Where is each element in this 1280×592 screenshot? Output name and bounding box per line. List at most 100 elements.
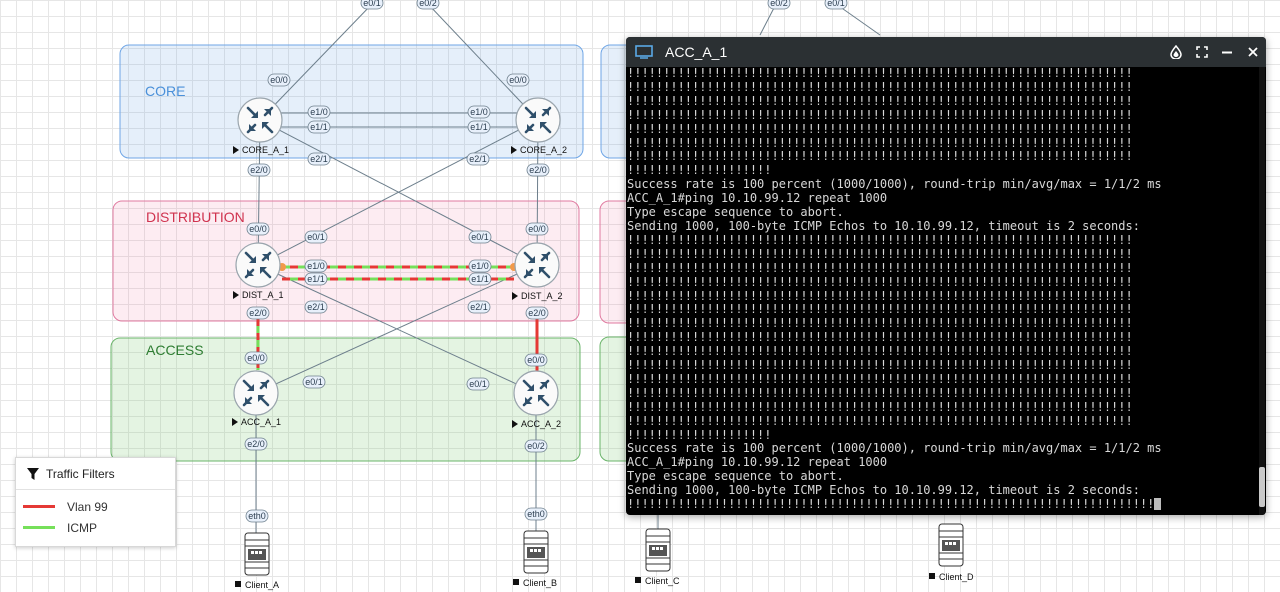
- port-label: eth0: [527, 509, 545, 519]
- access-zone-label: ACCESS: [146, 342, 204, 358]
- terminal-line: !!!!!!!!!!!!!!!!!!!!!!!!!!!!!!!!!!!!!!!!…: [627, 413, 1133, 428]
- terminal-line: !!!!!!!!!!!!!!!!!!!!!!!!!!!!!!!!!!!!!!!!…: [627, 399, 1133, 414]
- terminal-line: Success rate is 100 percent (1000/1000),…: [627, 177, 1162, 192]
- terminal-scrollbar[interactable]: [1259, 67, 1265, 515]
- port-label: e1/1: [307, 274, 325, 284]
- terminal-line: !!!!!!!!!!!!!!!!!!!!!!!!!!!!!!!!!!!!!!!!…: [627, 135, 1133, 150]
- monitor-icon: [635, 45, 653, 59]
- port-label: e1/1: [470, 122, 488, 132]
- terminal-line: !!!!!!!!!!!!!!!!!!!!!!!!!!!!!!!!!!!!!!!!…: [627, 274, 1133, 289]
- terminal-line: ACC_A_1#ping 10.10.99.12 repeat 1000: [627, 191, 888, 206]
- port-label: e0/1: [469, 379, 487, 389]
- port-label: e0/1: [305, 377, 323, 387]
- terminal-line: !!!!!!!!!!!!!!!!!!!!!!!!!!!!!!!!!!!!!!!!…: [627, 246, 1133, 261]
- router-dist-a-2[interactable]: [513, 241, 561, 289]
- terminal-line: Type escape sequence to abort.: [627, 469, 844, 484]
- router-dist-a-1[interactable]: [234, 241, 282, 289]
- router-acc-a-1[interactable]: [232, 369, 280, 417]
- docker-client-b[interactable]: [523, 530, 549, 574]
- terminal-line: !!!!!!!!!!!!!!!!!!!!!!!!!!!!!!!!!!!!!!!!…: [627, 344, 1133, 359]
- distribution-zone-label: DISTRIBUTION: [146, 209, 245, 225]
- node-label-dist-a-2: DIST_A_2: [521, 291, 563, 301]
- terminal-line: !!!!!!!!!!!!!!!!!!!!!!!!!!!!!!!!!!!!!!!!…: [627, 330, 1133, 345]
- terminal-line: !!!!!!!!!!!!!!!!!!!!!!!!!!!!!!!!!!!!!!!!…: [627, 93, 1133, 108]
- terminal-line: !!!!!!!!!!!!!!!!!!!!!!!!!!!!!!!!!!!!!!!!…: [627, 302, 1133, 317]
- port-label: e2/0: [528, 308, 546, 318]
- port-label: e2/1: [470, 302, 488, 312]
- terminal-window[interactable]: ACC_A_1 !!!!!!!!!!!!!!!!!!!!!!!!!!!!!!!!…: [626, 37, 1266, 515]
- terminal-line: !!!!!!!!!!!!!!!!!!!!: [627, 427, 772, 442]
- node-label-client-d: Client_D: [939, 572, 974, 582]
- terminal-line: !!!!!!!!!!!!!!!!!!!!!!!!!!!!!!!!!!!!!!!!…: [627, 288, 1133, 303]
- close-icon[interactable]: [1244, 43, 1262, 61]
- node-label-client-b: Client_B: [523, 578, 557, 588]
- terminal-line: !!!!!!!!!!!!!!!!!!!!!!!!!!!!!!!!!!!!!!!!…: [627, 107, 1133, 122]
- node-label-acc-a-2: ACC_A_2: [521, 419, 561, 429]
- scrollbar-thumb[interactable]: [1259, 467, 1265, 507]
- terminal-line: !!!!!!!!!!!!!!!!!!!!!!!!!!!!!!!!!!!!!!!!…: [627, 497, 1258, 512]
- port-label: e1/0: [310, 107, 328, 117]
- terminal-line: !!!!!!!!!!!!!!!!!!!!!!!!!!!!!!!!!!!!!!!!…: [627, 67, 1133, 80]
- docker-client-d[interactable]: [938, 523, 964, 567]
- port-label: e0/0: [528, 224, 546, 234]
- port-label: e1/1: [471, 274, 489, 284]
- node-label-acc-a-1: ACC_A_1: [241, 417, 281, 427]
- port-label: e0/2: [419, 0, 437, 8]
- filter-item-label: Vlan 99: [67, 499, 108, 514]
- port-label: e2/0: [249, 308, 267, 318]
- terminal-title: ACC_A_1: [665, 44, 728, 60]
- port-label: e0/1: [363, 0, 381, 8]
- port-label: e1/1: [310, 122, 328, 132]
- traffic-filters-header: Traffic Filters: [16, 458, 175, 490]
- node-label-client-c: Client_C: [645, 576, 680, 586]
- node-label-client-a: Client_A: [245, 580, 279, 590]
- terminal-output[interactable]: !!!!!!!!!!!!!!!!!!!!!!!!!!!!!!!!!!!!!!!!…: [626, 67, 1258, 515]
- terminal-line: !!!!!!!!!!!!!!!!!!!!!!!!!!!!!!!!!!!!!!!!…: [627, 121, 1133, 136]
- terminal-line: ACC_A_1#ping 10.10.99.12 repeat 1000: [627, 455, 888, 470]
- traffic-filters-title: Traffic Filters: [46, 466, 115, 481]
- port-label: e0/0: [527, 355, 545, 365]
- port-label: e0/0: [270, 75, 288, 85]
- terminal-line: Sending 1000, 100-byte ICMP Echos to 10.…: [627, 483, 1140, 498]
- terminal-line: Type escape sequence to abort.: [627, 205, 844, 220]
- router-core-a-1[interactable]: [236, 96, 284, 144]
- port-label: e2/0: [247, 439, 265, 449]
- port-label: e1/0: [307, 261, 325, 271]
- minimize-icon[interactable]: [1218, 43, 1236, 61]
- port-label: e2/0: [529, 165, 547, 175]
- router-core-a-2[interactable]: [514, 96, 562, 144]
- docker-client-c[interactable]: [645, 528, 671, 572]
- port-label: e2/1: [307, 302, 325, 312]
- port-label: e0/1: [827, 0, 845, 8]
- port-label: e0/1: [307, 232, 325, 242]
- filter-item-label: ICMP: [67, 520, 97, 535]
- fullscreen-icon[interactable]: [1193, 43, 1211, 61]
- vlan-99-swatch: [23, 505, 55, 508]
- stop-icon: [235, 581, 241, 587]
- node-label-core-a-2: CORE_A_2: [520, 145, 567, 155]
- terminal-line: !!!!!!!!!!!!!!!!!!!!: [627, 163, 772, 178]
- filter-item-icmp[interactable]: ICMP: [23, 517, 175, 538]
- terminal-line: !!!!!!!!!!!!!!!!!!!!!!!!!!!!!!!!!!!!!!!!…: [627, 385, 1133, 400]
- port-label: e0/2: [770, 0, 788, 8]
- stop-icon: [635, 577, 641, 583]
- docker-client-a[interactable]: [244, 532, 270, 576]
- terminal-cursor: [1154, 498, 1162, 511]
- port-label: e0/1: [471, 232, 489, 242]
- terminal-line: !!!!!!!!!!!!!!!!!!!!!!!!!!!!!!!!!!!!!!!!…: [627, 79, 1133, 94]
- filter-item-vlan-99[interactable]: Vlan 99: [23, 496, 175, 517]
- node-label-core-a-1: CORE_A_1: [242, 145, 289, 155]
- router-acc-a-2[interactable]: [512, 369, 560, 417]
- port-label: eth0: [248, 511, 266, 521]
- terminal-line: !!!!!!!!!!!!!!!!!!!!!!!!!!!!!!!!!!!!!!!!…: [627, 149, 1133, 164]
- port-label: e1/0: [470, 107, 488, 117]
- port-label: e1/0: [471, 261, 489, 271]
- terminal-line: !!!!!!!!!!!!!!!!!!!!!!!!!!!!!!!!!!!!!!!!…: [627, 371, 1133, 386]
- terminal-titlebar[interactable]: ACC_A_1: [626, 37, 1266, 67]
- port-label: e2/1: [469, 154, 487, 164]
- terminal-line: !!!!!!!!!!!!!!!!!!!!!!!!!!!!!!!!!!!!!!!!…: [627, 232, 1133, 247]
- port-label: e0/2: [527, 441, 545, 451]
- node-label-dist-a-1: DIST_A_1: [242, 290, 284, 300]
- drop-icon[interactable]: [1167, 43, 1185, 61]
- port-label: e0/0: [249, 224, 267, 234]
